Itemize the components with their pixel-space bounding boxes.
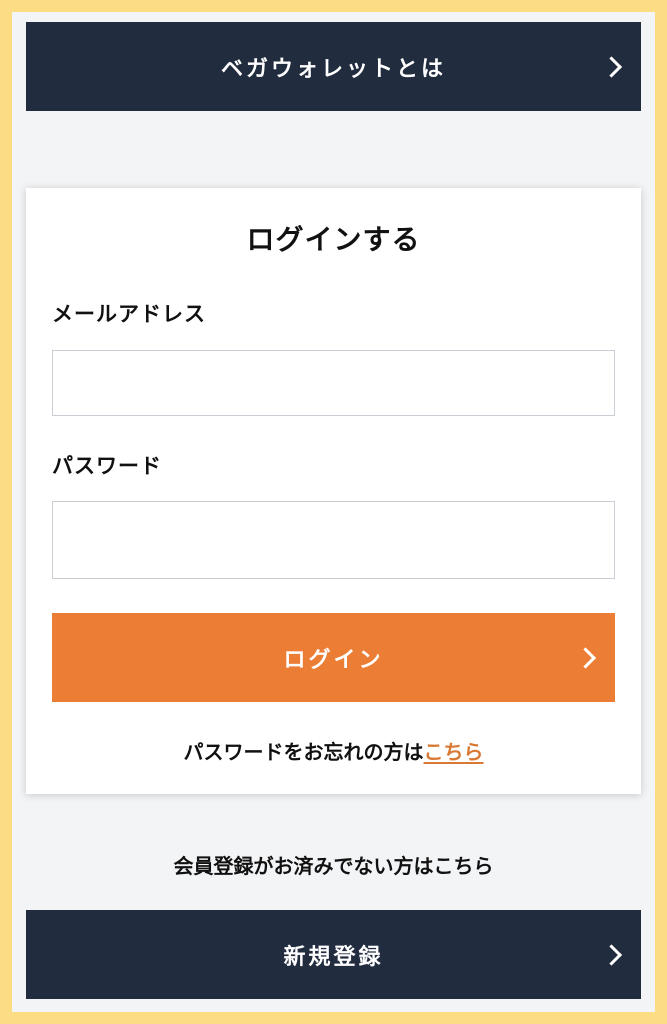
- about-vega-wallet-label: ベガウォレットとは: [220, 56, 446, 82]
- forgot-password-link[interactable]: こちら: [424, 740, 484, 764]
- about-vega-wallet-button[interactable]: ベガウォレットとは: [26, 22, 641, 111]
- new-registration-button[interactable]: 新規登録: [26, 910, 641, 999]
- chevron-right-icon: [600, 55, 623, 78]
- chevron-right-icon: [600, 943, 623, 966]
- login-button-label: ログイン: [283, 647, 384, 673]
- login-title: ログインする: [246, 223, 421, 256]
- new-registration-label: 新規登録: [283, 944, 384, 970]
- forgot-password-prefix: パスワードをお忘れの方は: [183, 740, 424, 764]
- email-field[interactable]: [52, 350, 615, 416]
- login-card: ログインする メールアドレス パスワード ログイン パスワードをお忘れの方はこち…: [26, 188, 641, 794]
- forgot-password-text: パスワードをお忘れの方はこちら: [26, 736, 641, 765]
- register-note: 会員登録がお済みでない方はこちら: [173, 854, 494, 878]
- login-button[interactable]: ログイン: [52, 613, 615, 702]
- chevron-right-icon: [574, 646, 597, 669]
- password-field[interactable]: [52, 501, 615, 579]
- email-label: メールアドレス: [52, 302, 206, 326]
- app-frame: ベガウォレットとは ログインする メールアドレス パスワード ログイン パスワー…: [12, 12, 655, 1012]
- password-label: パスワード: [52, 454, 162, 478]
